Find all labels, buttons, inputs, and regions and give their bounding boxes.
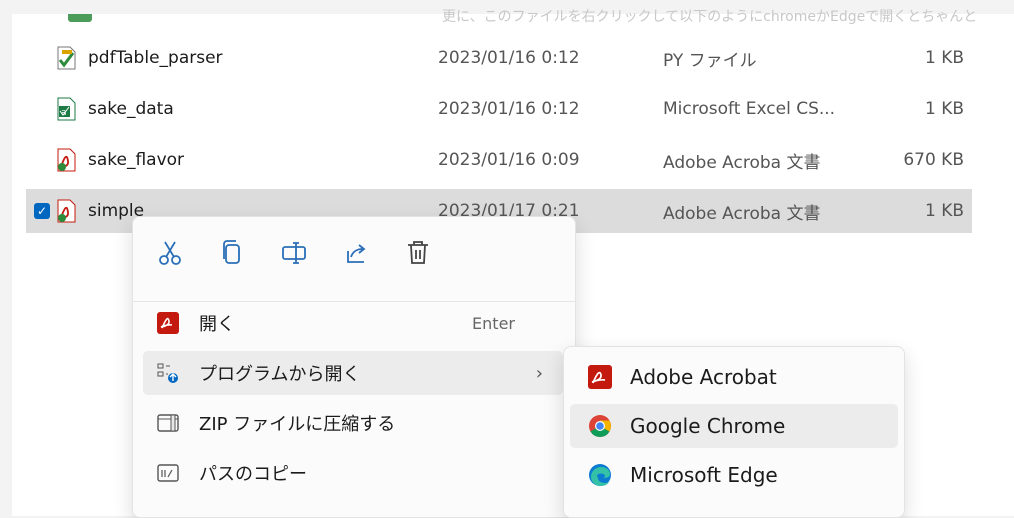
menu-item-open-with[interactable]: プログラムから開く › bbox=[143, 351, 563, 395]
submenu-item-chrome[interactable]: Google Chrome bbox=[570, 404, 898, 448]
open-with-submenu: Adobe Acrobat Google Chrome Microsoft Ed… bbox=[563, 346, 905, 518]
menu-item-label: 開く bbox=[199, 314, 235, 335]
context-menu: 開く Enter プログラムから開く › ZIP ファイルに圧縮する パスのコピ… bbox=[132, 216, 576, 518]
shortcut-label: Enter bbox=[472, 313, 515, 333]
share-icon[interactable] bbox=[343, 239, 369, 267]
file-type: Microsoft Excel CS... bbox=[663, 99, 836, 119]
file-size: 1 KB bbox=[924, 99, 964, 119]
submenu-item-edge[interactable]: Microsoft Edge bbox=[570, 453, 898, 497]
file-type: Adobe Acroba 文書 bbox=[663, 203, 821, 224]
edge-icon bbox=[588, 463, 612, 487]
python-file-icon bbox=[56, 46, 78, 70]
partial-file-icon bbox=[68, 14, 92, 22]
file-name: pdfTable_parser bbox=[88, 48, 223, 68]
zip-icon bbox=[157, 412, 179, 434]
delete-icon[interactable] bbox=[405, 239, 431, 267]
file-size: 670 KB bbox=[903, 150, 964, 170]
file-date: 2023/01/16 0:12 bbox=[438, 48, 580, 68]
file-row[interactable]: pdfTable_parser 2023/01/16 0:12 PY ファイル … bbox=[26, 36, 972, 80]
copy-icon[interactable] bbox=[219, 239, 245, 267]
file-type: PY ファイル bbox=[663, 50, 757, 71]
copy-path-icon bbox=[157, 462, 179, 484]
checkbox-checked-icon[interactable]: ✓ bbox=[34, 203, 50, 219]
file-date: 2023/01/16 0:12 bbox=[438, 99, 580, 119]
submenu-item-label: Google Chrome bbox=[630, 414, 786, 438]
menu-item-zip[interactable]: ZIP ファイルに圧縮する bbox=[143, 401, 563, 445]
file-row[interactable]: a sake_data 2023/01/16 0:12 Microsoft Ex… bbox=[26, 87, 972, 131]
pdf-file-icon bbox=[56, 199, 78, 223]
submenu-item-label: Microsoft Edge bbox=[630, 463, 778, 487]
file-date: 2023/01/16 0:09 bbox=[438, 150, 580, 170]
menu-item-copy-path[interactable]: パスのコピー bbox=[143, 451, 563, 495]
menu-item-label: ZIP ファイルに圧縮する bbox=[199, 414, 396, 435]
acrobat-icon bbox=[157, 312, 179, 334]
file-size: 1 KB bbox=[924, 201, 964, 221]
menu-item-open[interactable]: 開く Enter bbox=[143, 301, 563, 345]
file-name: sake_flavor bbox=[88, 150, 185, 170]
context-toolbar bbox=[133, 217, 575, 289]
open-with-icon bbox=[157, 362, 179, 384]
chevron-right-icon: › bbox=[535, 362, 543, 384]
file-name: sake_data bbox=[88, 99, 174, 119]
menu-item-label: パスのコピー bbox=[199, 464, 307, 485]
pdf-file-icon bbox=[56, 148, 78, 172]
file-row[interactable]: sake_flavor 2023/01/16 0:09 Adobe Acroba… bbox=[26, 138, 972, 182]
acrobat-icon bbox=[588, 365, 612, 389]
chrome-icon bbox=[588, 414, 612, 438]
cut-icon[interactable] bbox=[157, 239, 183, 267]
background-text: 更に、このファイルを右クリックして以下のようにchromeかEdgeで開くとちゃ… bbox=[442, 9, 978, 25]
submenu-item-label: Adobe Acrobat bbox=[630, 365, 777, 389]
menu-item-label: プログラムから開く bbox=[199, 364, 361, 385]
file-size: 1 KB bbox=[924, 48, 964, 68]
rename-icon[interactable] bbox=[281, 239, 307, 267]
submenu-item-acrobat[interactable]: Adobe Acrobat bbox=[570, 355, 898, 399]
excel-csv-icon: a bbox=[56, 97, 78, 121]
file-type: Adobe Acroba 文書 bbox=[663, 152, 821, 173]
